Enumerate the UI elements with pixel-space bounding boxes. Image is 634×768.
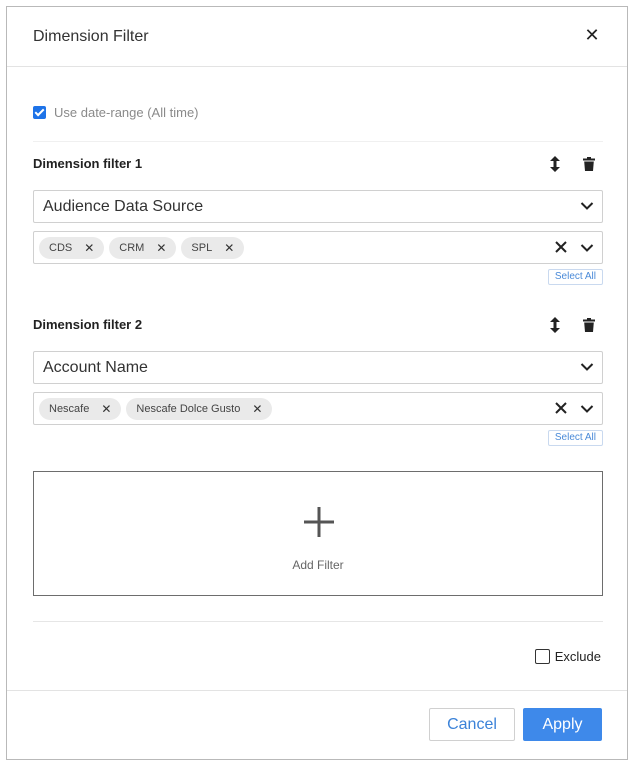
chip-label: CDS	[49, 241, 73, 254]
dialog-title: Dimension Filter	[33, 28, 149, 45]
reorder-arrows-icon[interactable]	[549, 156, 561, 172]
dimension-filter-dialog: Dimension Filter ✕ Use date-range (All t…	[6, 6, 628, 760]
footer-divider	[7, 690, 627, 691]
add-filter-label: Add Filter	[292, 558, 344, 572]
add-filter-button[interactable]: Add Filter	[33, 471, 603, 596]
date-range-label: Use date-range (All time)	[54, 104, 199, 120]
chip-label: CRM	[119, 241, 145, 254]
date-range-checkbox[interactable]	[33, 105, 46, 119]
remove-chip-icon[interactable]: ✕	[156, 241, 166, 255]
cancel-button[interactable]: Cancel	[429, 708, 515, 741]
value-chip: CDS ✕	[39, 236, 105, 259]
dimension-filter-1: Dimension filter 1 Audience Data Source …	[33, 154, 603, 294]
select-all-button[interactable]: Select All	[547, 430, 603, 446]
exclude-option[interactable]: Exclude	[534, 649, 601, 664]
value-chip: Nescafe Dolce Gusto ✕	[126, 397, 273, 420]
close-icon[interactable]: ✕	[583, 26, 601, 44]
dimension-filter-2: Dimension filter 2 Account Name Nescafe …	[33, 315, 603, 455]
exclude-label: Exclude	[554, 649, 601, 664]
apply-button[interactable]: Apply	[523, 708, 602, 741]
date-range-option[interactable]: Use date-range (All time)	[33, 104, 199, 120]
clear-values-icon[interactable]	[554, 240, 568, 254]
trash-icon[interactable]	[583, 157, 595, 171]
chip-label: Nescafe	[49, 402, 90, 415]
reorder-arrows-icon[interactable]	[549, 317, 561, 333]
trash-icon[interactable]	[583, 318, 595, 332]
dialog-header: Dimension Filter ✕	[7, 7, 627, 67]
value-chip: Nescafe ✕	[39, 397, 122, 420]
value-chip: CRM ✕	[109, 236, 177, 259]
select-all-button[interactable]: Select All	[547, 269, 603, 285]
chevron-down-icon[interactable]	[580, 243, 594, 253]
remove-chip-icon[interactable]: ✕	[224, 241, 234, 255]
dimension-select[interactable]: Account Name	[33, 351, 603, 384]
chevron-down-icon[interactable]	[580, 362, 594, 372]
filter-header: Dimension filter 2	[33, 315, 603, 335]
dimension-select-value: Audience Data Source	[43, 197, 204, 215]
values-multiselect[interactable]: Nescafe ✕ Nescafe Dolce Gusto ✕	[33, 392, 603, 425]
value-chip: SPL ✕	[181, 236, 245, 259]
remove-chip-icon[interactable]: ✕	[252, 402, 262, 416]
chevron-down-icon[interactable]	[580, 201, 594, 211]
chip-label: SPL	[191, 241, 213, 254]
divider	[33, 141, 603, 142]
clear-values-icon[interactable]	[554, 401, 568, 415]
filter-title: Dimension filter 2	[33, 317, 143, 332]
chip-label: Nescafe Dolce Gusto	[136, 402, 241, 415]
plus-icon	[304, 507, 334, 537]
values-multiselect[interactable]: CDS ✕ CRM ✕ SPL ✕	[33, 231, 603, 264]
remove-chip-icon[interactable]: ✕	[101, 402, 111, 416]
filter-header: Dimension filter 1	[33, 154, 603, 174]
exclude-checkbox[interactable]	[534, 649, 550, 664]
remove-chip-icon[interactable]: ✕	[84, 241, 94, 255]
filter-title: Dimension filter 1	[33, 156, 143, 171]
chevron-down-icon[interactable]	[580, 404, 594, 414]
dimension-select[interactable]: Audience Data Source	[33, 190, 603, 223]
divider	[33, 621, 603, 622]
dimension-select-value: Account Name	[43, 358, 148, 376]
